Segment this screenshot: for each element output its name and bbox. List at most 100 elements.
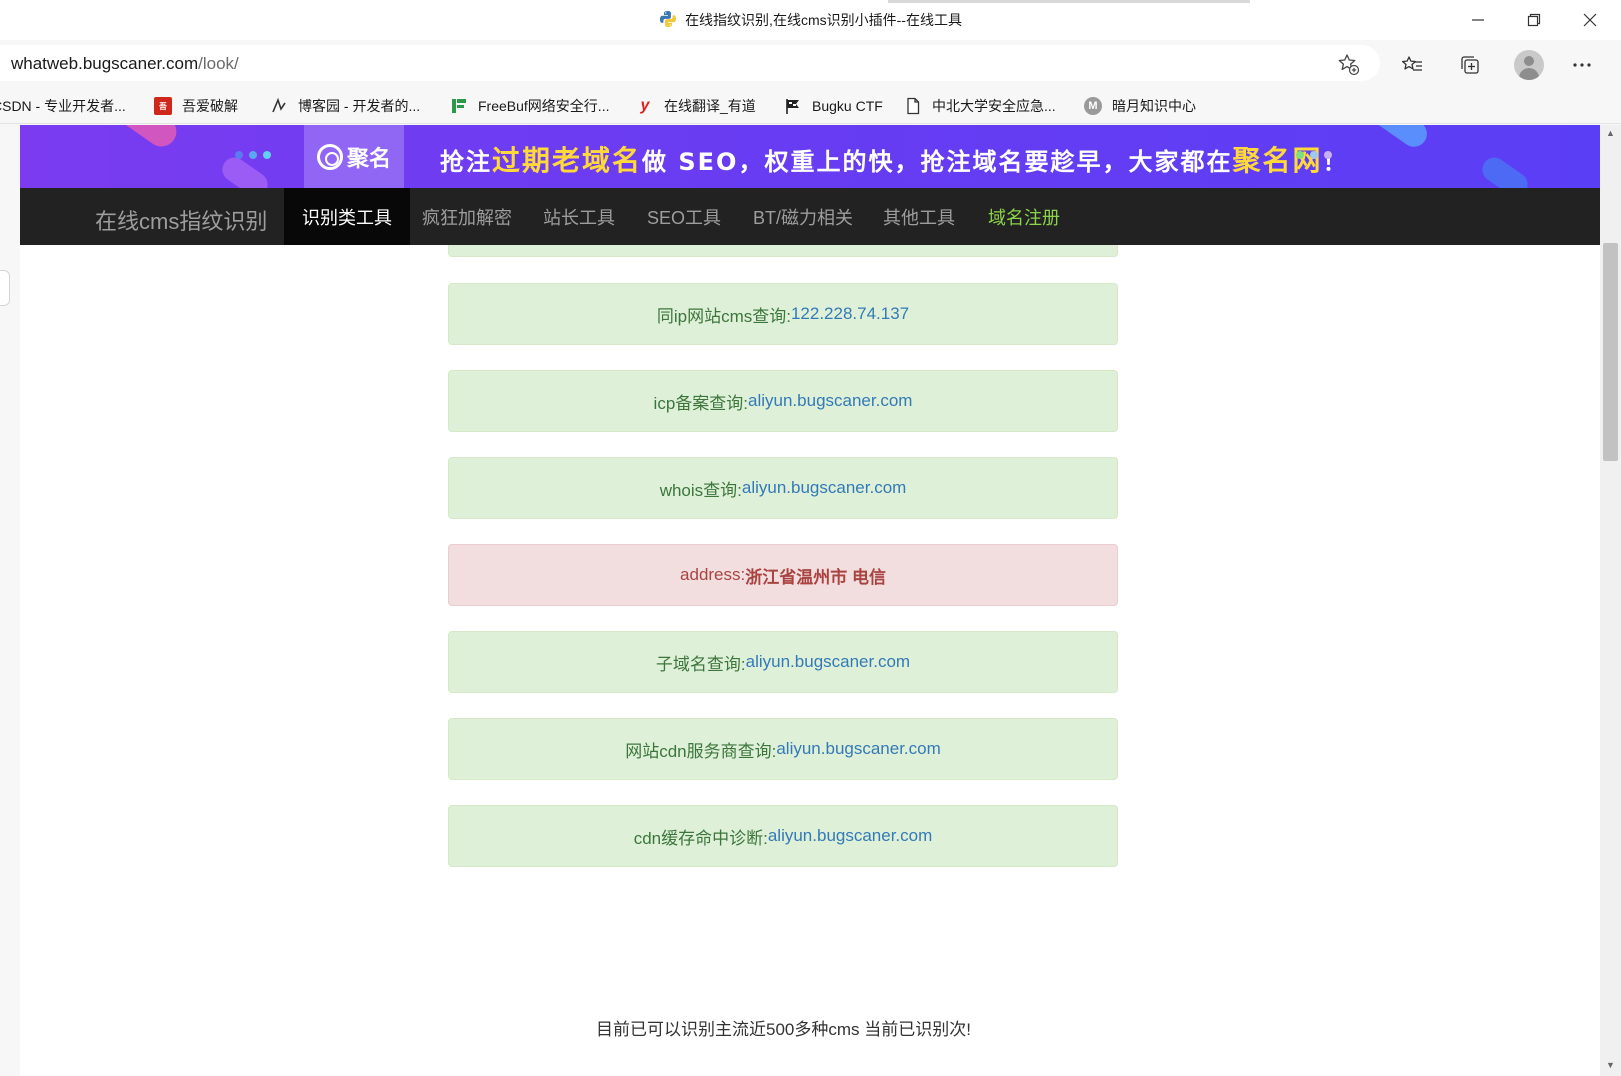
url-path: /look/ <box>198 54 239 73</box>
close-icon <box>1583 13 1597 27</box>
window-title: 在线指纹识别,在线cms识别小插件--在线工具 <box>0 10 1621 30</box>
result-label: cdn缓存命中诊断: <box>633 828 768 848</box>
nav-item-bt-magnet[interactable]: BT/磁力相关 <box>735 188 871 245</box>
add-favorite-icon[interactable] <box>1336 52 1360 76</box>
bookmark-bugku[interactable]: Bugku CTF <box>784 95 883 117</box>
decor-dots <box>1296 151 1332 159</box>
slogan-highlight: 聚名网 <box>1232 144 1323 177</box>
bookmark-label: 中北大学安全应急... <box>932 98 1056 114</box>
python-favicon-icon <box>660 11 677 27</box>
vertical-scrollbar[interactable]: ▲ ▼ <box>1600 125 1621 1076</box>
52pojie-icon: 吾 <box>154 97 172 115</box>
site-brand[interactable]: 在线cms指纹识别 <box>95 204 267 236</box>
scroll-up-arrow-icon[interactable]: ▲ <box>1604 128 1617 140</box>
banner-slogan: 抢注过期老域名做 SEO，权重上的快，抢注域名要趁早，大家都在聚名网！ <box>440 139 1348 179</box>
moon-m-icon: M <box>1084 97 1102 115</box>
favorites-star-list-icon <box>1401 56 1422 71</box>
result-alert-partial <box>448 245 1118 257</box>
avatar-body <box>1519 68 1539 80</box>
recognition-count-note: 目前已可以识别主流近500多种cms 当前已识别次! <box>596 1020 971 1039</box>
bookmark-label: 在线翻译_有道 <box>664 98 756 114</box>
scroll-down-arrow-icon[interactable]: ▼ <box>1604 1060 1617 1072</box>
decor-dots <box>235 151 271 159</box>
result-value: 浙江省温州市 电信 <box>745 567 886 587</box>
close-window-button[interactable] <box>1562 0 1618 40</box>
result-label: 同ip网站cms查询: <box>656 306 791 326</box>
document-icon <box>904 97 922 115</box>
youdao-icon: y <box>640 97 650 114</box>
url-text[interactable]: whatweb.bugscaner.com/look/ <box>11 54 239 74</box>
juming-logo-text: 聚名 <box>346 145 391 171</box>
collections-button[interactable] <box>1456 51 1484 79</box>
nav-item-webmaster[interactable]: 站长工具 <box>525 188 633 245</box>
result-icp: icp备案查询: aliyun.bugscaner.com <box>448 370 1118 432</box>
juming-logo: 聚名 <box>304 125 404 188</box>
bookmark-youdao[interactable]: y 在线翻译_有道 <box>636 95 756 117</box>
result-cdn-cache: cdn缓存命中诊断: aliyun.bugscaner.com <box>448 805 1118 867</box>
minimize-icon <box>1472 19 1484 21</box>
side-panel-tab[interactable] <box>0 270 10 306</box>
bookmark-label: 博客园 - 开发者的... <box>298 98 421 114</box>
bookmark-52pojie[interactable]: 吾 吾爱破解 <box>154 95 238 117</box>
minimize-button[interactable] <box>1450 0 1506 40</box>
scrollbar-thumb[interactable] <box>1603 243 1618 461</box>
restore-icon <box>1527 13 1541 27</box>
result-link[interactable]: aliyun.bugscaner.com <box>742 478 906 498</box>
bookmark-freebuf[interactable]: FreeBuf网络安全行... <box>450 95 609 117</box>
bookmark-cnblogs[interactable]: 博客园 - 开发者的... <box>270 95 420 117</box>
settings-more-button[interactable] <box>1568 51 1596 79</box>
bookmark-label: Bugku CTF <box>812 98 883 114</box>
freebuf-icon <box>450 97 468 115</box>
flag-icon <box>784 97 802 115</box>
bookmark-nuc[interactable]: 中北大学安全应急... <box>904 95 1056 117</box>
slogan-part: 做 SEO，权重上的快，抢注域名要趁早，大家都在 <box>642 148 1233 176</box>
result-link[interactable]: aliyun.bugscaner.com <box>746 652 910 672</box>
web-page: 聚名 抢注过期老域名做 SEO，权重上的快，抢注域名要趁早，大家都在聚名网！ 在… <box>20 125 1600 1076</box>
result-link[interactable]: aliyun.bugscaner.com <box>768 826 932 846</box>
bookmark-csdn[interactable]: CSDN - 专业开发者... <box>0 95 126 117</box>
avatar-head <box>1524 56 1534 66</box>
juming-logo-icon <box>316 143 343 170</box>
more-dots-icon <box>1573 63 1591 67</box>
result-link[interactable]: 122.228.74.137 <box>791 304 909 324</box>
slogan-part: 抢注 <box>440 148 492 176</box>
bookmarks-bar: CSDN - 专业开发者... 吾 吾爱破解 博客园 - 开发者的... Fre… <box>0 86 1621 124</box>
window-title-text: 在线指纹识别,在线cms识别小插件--在线工具 <box>685 12 962 28</box>
nav-item-other-tools[interactable]: 其他工具 <box>865 188 973 245</box>
result-label: whois查询: <box>659 480 742 500</box>
collections-icon <box>1461 56 1479 74</box>
result-whois: whois查询: aliyun.bugscaner.com <box>448 457 1118 519</box>
profile-avatar[interactable] <box>1514 50 1544 80</box>
main-navbar: 在线cms指纹识别 识别类工具 疯狂加解密 站长工具 SEO工具 BT/磁力相关… <box>20 188 1600 245</box>
bookmark-anyue[interactable]: M 暗月知识中心 <box>1084 95 1196 117</box>
result-label: address: <box>680 565 746 584</box>
favorites-button[interactable] <box>1398 51 1426 79</box>
result-link[interactable]: aliyun.bugscaner.com <box>748 391 912 411</box>
window-edge-shadow <box>888 0 1250 3</box>
result-address: address: 浙江省温州市 电信 <box>448 544 1118 606</box>
bookmark-label: 吾爱破解 <box>182 98 238 114</box>
ad-banner[interactable]: 聚名 抢注过期老域名做 SEO，权重上的快，抢注域名要趁早，大家都在聚名网！ <box>20 125 1600 188</box>
bookmark-label: CSDN - 专业开发者... <box>0 98 126 114</box>
nav-item-identify-tools[interactable]: 识别类工具 <box>284 188 410 245</box>
result-subdomain: 子域名查询: aliyun.bugscaner.com <box>448 631 1118 693</box>
cnblogs-icon <box>270 97 288 115</box>
result-link[interactable]: aliyun.bugscaner.com <box>776 739 940 759</box>
decor-shape <box>107 125 183 153</box>
address-bar[interactable]: whatweb.bugscaner.com/look/ <box>0 45 1380 81</box>
window-title-bar: 在线指纹识别,在线cms识别小插件--在线工具 <box>0 0 1621 40</box>
restore-button[interactable] <box>1506 0 1562 40</box>
nav-item-crypto[interactable]: 疯狂加解密 <box>404 188 530 245</box>
browser-toolbar: whatweb.bugscaner.com/look/ <box>0 40 1621 86</box>
decor-shape <box>1477 152 1533 188</box>
decor-shape <box>1367 125 1433 152</box>
bookmark-label: FreeBuf网络安全行... <box>478 98 610 114</box>
result-label: 子域名查询: <box>655 654 746 674</box>
slogan-highlight: 过期老域名 <box>492 144 643 177</box>
result-cdn-provider: 网站cdn服务商查询: aliyun.bugscaner.com <box>448 718 1118 780</box>
result-label: icp备案查询: <box>653 393 749 413</box>
page-viewport: 聚名 抢注过期老域名做 SEO，权重上的快，抢注域名要趁早，大家都在聚名网！ 在… <box>0 125 1621 1076</box>
url-domain: whatweb.bugscaner.com <box>11 54 199 73</box>
nav-item-domain-register[interactable]: 域名注册 <box>970 188 1078 245</box>
nav-item-seo[interactable]: SEO工具 <box>629 188 739 245</box>
